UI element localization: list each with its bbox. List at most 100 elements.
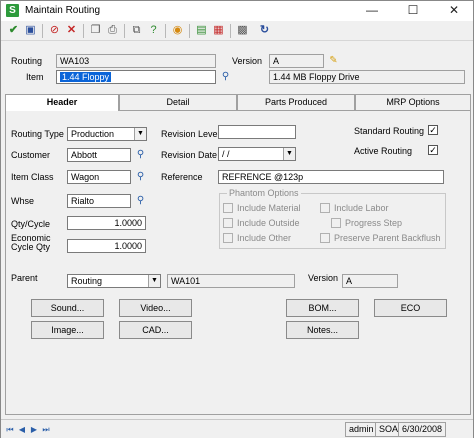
- accept-icon[interactable]: ✔: [6, 23, 21, 38]
- item-description: 1.44 MB Floppy Drive: [269, 70, 465, 84]
- toolbar-separator: [42, 24, 43, 38]
- maximize-button[interactable]: ☐: [394, 1, 432, 21]
- parent-version-field[interactable]: A: [342, 274, 398, 288]
- preserve-parent-backflush-checkbox[interactable]: [320, 233, 330, 243]
- cancel-icon[interactable]: ✕: [64, 23, 79, 38]
- save-icon[interactable]: ▣: [23, 23, 38, 38]
- parent-label: Parent: [11, 273, 38, 283]
- customer-field[interactable]: Abbott: [67, 148, 131, 162]
- whse-label: Whse: [11, 196, 35, 206]
- include-labor-label: Include Labor: [334, 203, 389, 213]
- eco-button[interactable]: ECO: [374, 299, 447, 317]
- previous-record-icon[interactable]: ◀: [17, 425, 27, 435]
- video-button[interactable]: Video...: [119, 299, 192, 317]
- toolbar-separator: [165, 24, 166, 38]
- customer-lookup-icon[interactable]: ⚲: [133, 148, 148, 162]
- tab-parts-produced[interactable]: Parts Produced: [237, 94, 355, 110]
- item-class-lookup-icon[interactable]: ⚲: [133, 170, 148, 184]
- qty-cycle-label: Qty/Cycle: [11, 219, 51, 229]
- revision-level-label: Revision Level: [161, 129, 220, 139]
- qty-cycle-field[interactable]: 1.0000: [67, 216, 146, 230]
- delete-icon[interactable]: ⊘: [47, 23, 62, 38]
- app-icon: S: [6, 4, 19, 17]
- tab-header[interactable]: Header: [5, 94, 119, 111]
- last-record-icon[interactable]: ⏭: [41, 425, 51, 435]
- first-record-icon[interactable]: ⏮: [5, 425, 15, 435]
- tab-mrp-options[interactable]: MRP Options: [355, 94, 471, 110]
- customer-label: Customer: [11, 150, 51, 160]
- status-date: 6/30/2008: [398, 422, 447, 437]
- active-routing-label: Active Routing: [354, 146, 413, 156]
- parent-type-value: Routing: [71, 276, 103, 286]
- revision-level-field[interactable]: [218, 125, 296, 139]
- whse-field[interactable]: Rialto: [67, 194, 131, 208]
- cad-button[interactable]: CAD...: [119, 321, 192, 339]
- revision-date-label: Revision Date: [161, 150, 218, 160]
- tab-detail[interactable]: Detail: [119, 94, 237, 110]
- standard-routing-label: Standard Routing: [354, 126, 425, 136]
- maintain-routing-window: S Maintain Routing — ☐ ✕ ✔ ▣ ⊘ ✕ ❐ ⎙ ⧉ ?…: [0, 0, 474, 438]
- chevron-down-icon[interactable]: ▼: [148, 275, 160, 287]
- include-outside-label: Include Outside: [237, 218, 300, 228]
- progress-step-checkbox[interactable]: [331, 218, 341, 228]
- economic-cycle-qty-field[interactable]: 1.0000: [67, 239, 146, 253]
- include-labor-checkbox[interactable]: [320, 203, 330, 213]
- attachment-icon[interactable]: ⧉: [129, 23, 144, 38]
- routing-type-select[interactable]: Production ▼: [67, 127, 147, 141]
- version-label: Version: [232, 56, 263, 66]
- status-bar: ⏮ ◀ ▶ ⏭ admin SOA 6/30/2008: [1, 419, 473, 438]
- routing-field[interactable]: WA103: [56, 54, 216, 68]
- calculator-icon[interactable]: ▩: [235, 23, 250, 38]
- include-material-label: Include Material: [237, 203, 301, 213]
- include-other-checkbox[interactable]: [223, 233, 233, 243]
- toolbar: ✔ ▣ ⊘ ✕ ❐ ⎙ ⧉ ? ◉ ▤ ▦ ▩ ↻: [1, 21, 473, 41]
- version-field[interactable]: A: [269, 54, 324, 68]
- parent-version-label: Version: [308, 273, 339, 283]
- help-icon[interactable]: ?: [146, 23, 161, 38]
- image-button[interactable]: Image...: [31, 321, 104, 339]
- notes-button[interactable]: Notes...: [286, 321, 359, 339]
- print-icon[interactable]: ⎙: [105, 23, 120, 38]
- chevron-down-icon[interactable]: ▼: [283, 148, 295, 160]
- revision-date-value: / /: [222, 149, 230, 159]
- standard-routing-checkbox[interactable]: ✓: [428, 125, 438, 135]
- active-routing-checkbox[interactable]: ✓: [428, 145, 438, 155]
- window-title: Maintain Routing: [25, 5, 101, 16]
- phantom-options-title: Phantom Options: [227, 188, 301, 198]
- print-preview-icon[interactable]: ▦: [211, 23, 226, 38]
- reference-field[interactable]: REFRENCE @123p: [218, 170, 444, 184]
- include-other-label: Include Other: [237, 233, 292, 243]
- item-class-label: Item Class: [11, 172, 54, 182]
- toolbar-separator: [230, 24, 231, 38]
- copy-icon[interactable]: ❐: [88, 23, 103, 38]
- preserve-parent-backflush-label: Preserve Parent Backflush: [334, 233, 441, 243]
- reference-label: Reference: [161, 172, 203, 182]
- version-lookup-icon[interactable]: ✎: [326, 54, 341, 68]
- minimize-button[interactable]: —: [353, 1, 391, 21]
- sound-button[interactable]: Sound...: [31, 299, 104, 317]
- revision-date-picker[interactable]: / / ▼: [218, 147, 296, 161]
- parent-routing-field[interactable]: WA101: [167, 274, 295, 288]
- toolbar-separator: [189, 24, 190, 38]
- routing-label: Routing: [11, 56, 43, 66]
- browser-icon[interactable]: ◉: [170, 23, 185, 38]
- bom-button[interactable]: BOM...: [286, 299, 359, 317]
- whse-lookup-icon[interactable]: ⚲: [133, 194, 148, 208]
- parent-type-select[interactable]: Routing ▼: [67, 274, 161, 288]
- chevron-down-icon[interactable]: ▼: [134, 128, 146, 140]
- close-button[interactable]: ✕: [435, 1, 473, 21]
- item-value: 1.44 Floppy: [60, 72, 112, 82]
- item-lookup-icon[interactable]: ⚲: [218, 70, 233, 84]
- title-bar: S Maintain Routing — ☐ ✕: [1, 1, 473, 21]
- memo-icon[interactable]: ▤: [194, 23, 209, 38]
- item-field[interactable]: 1.44 Floppy: [56, 70, 216, 84]
- routing-type-value: Production: [71, 129, 115, 139]
- routing-type-label: Routing Type: [11, 129, 64, 139]
- item-class-field[interactable]: Wagon: [67, 170, 131, 184]
- toolbar-separator: [83, 24, 84, 38]
- item-label: Item: [26, 72, 44, 82]
- include-outside-checkbox[interactable]: [223, 218, 233, 228]
- next-record-icon[interactable]: ▶: [29, 425, 39, 435]
- refresh-icon[interactable]: ↻: [257, 23, 272, 38]
- include-material-checkbox[interactable]: [223, 203, 233, 213]
